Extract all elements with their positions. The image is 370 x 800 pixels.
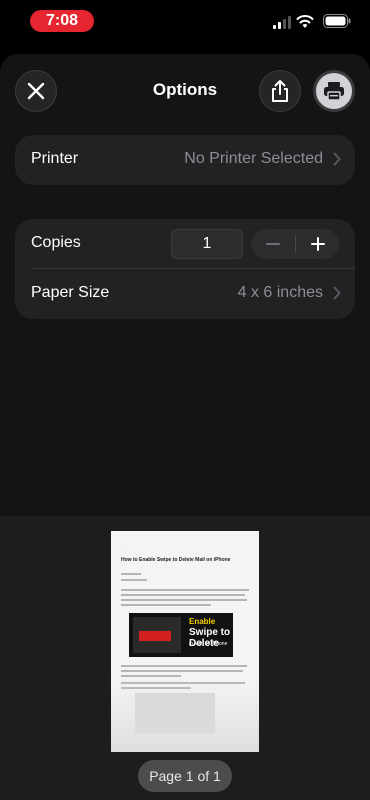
print-icon: [324, 82, 344, 101]
wifi-icon: [296, 15, 314, 28]
doc-text-line: [121, 589, 249, 591]
doc-text-line: [121, 665, 247, 667]
chevron-right-icon: [333, 286, 341, 300]
copies-label: Copies: [31, 234, 81, 251]
doc-text-line: [121, 573, 141, 575]
sheet-header: Options: [0, 54, 370, 128]
doc-image-delete: [139, 631, 171, 641]
share-button[interactable]: [259, 70, 301, 112]
doc-text-line: [121, 599, 247, 601]
doc-image-text-1: Enable: [189, 617, 216, 626]
options-card: Copies 1 Paper Size 4 x 6 inches: [15, 219, 355, 319]
doc-site-header: ···: [121, 547, 124, 551]
printer-row[interactable]: Printer No Printer Selected: [15, 135, 355, 185]
chevron-right-icon: [333, 152, 341, 166]
page-indicator: Page 1 of 1: [138, 760, 232, 792]
printer-value: No Printer Selected: [184, 150, 323, 167]
doc-text-line: [121, 604, 211, 606]
printer-card: Printer No Printer Selected: [15, 135, 355, 185]
cellular-signal-icon: [273, 16, 291, 29]
doc-text-line: [121, 594, 245, 596]
paper-size-value: 4 x 6 inches: [237, 284, 323, 301]
doc-text-line: [121, 579, 147, 581]
doc-title: How to Enable Swipe to Delete Mail on iP…: [121, 557, 231, 563]
battery-icon: [323, 14, 351, 28]
doc-text-line: [121, 670, 243, 672]
print-button[interactable]: [313, 70, 355, 112]
status-bar: 7:08: [0, 0, 370, 46]
copies-stepper: [251, 229, 339, 259]
copies-row: Copies 1: [15, 219, 355, 269]
share-icon: [272, 80, 288, 102]
paper-size-row[interactable]: Paper Size 4 x 6 inches: [15, 269, 355, 319]
printer-label: Printer: [31, 150, 79, 167]
doc-feature-image: Enable Swipe to Delete in Mail on iPhone: [129, 613, 233, 657]
status-time: 7:08: [30, 10, 94, 32]
copies-field[interactable]: 1: [171, 229, 243, 259]
print-options-sheet: Options Printer No Printer Selected Copi…: [0, 54, 370, 800]
print-preview-area: ··· How to Enable Swipe to Delete Mail o…: [0, 516, 370, 800]
plus-icon: [310, 237, 325, 251]
increment-button[interactable]: [296, 229, 339, 259]
preview-fade: [111, 676, 259, 752]
doc-image-text-3: in Mail on iPhone: [189, 641, 228, 647]
paper-size-label: Paper Size: [31, 284, 110, 301]
minus-icon: [266, 243, 280, 245]
decrement-button[interactable]: [251, 229, 295, 259]
